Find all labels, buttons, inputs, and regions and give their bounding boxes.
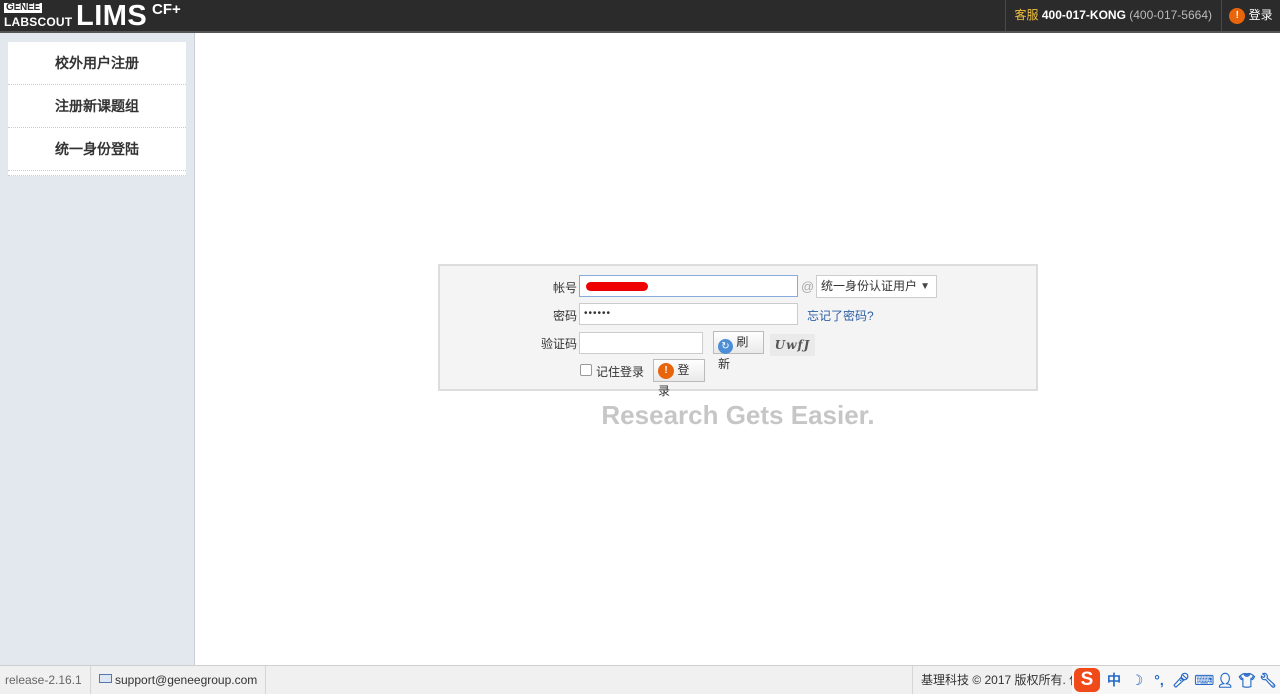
moon-icon[interactable]: ☽	[1128, 671, 1146, 689]
login-icon: !	[1229, 7, 1246, 24]
wrench-icon[interactable]: 🔧︎	[1259, 671, 1277, 689]
captcha-input[interactable]	[579, 332, 703, 354]
copyright: 基理科技 © 2017 版权所有. 保	[912, 666, 1092, 694]
remember-checkbox[interactable]	[580, 364, 592, 376]
refresh-captcha-button[interactable]: ↻ 刷新	[713, 331, 764, 371]
sidebar-menu: 校外用户注册 注册新课题组 统一身份登陆	[8, 42, 186, 176]
sogou-logo-icon[interactable]: S	[1074, 668, 1100, 692]
password-label: 密码	[552, 309, 577, 323]
hotline-number: 400-017-KONG	[1041, 8, 1126, 22]
hotline-alt-number: (400-017-5664)	[1129, 8, 1212, 22]
logo-brand-sub: LABSCOUT	[4, 15, 73, 29]
mail-icon	[99, 674, 112, 683]
lims-logo[interactable]: GENEE LABSCOUT LIMS CF+	[0, 0, 196, 32]
user-icon[interactable]: 👤︎	[1216, 671, 1234, 689]
punctuation-icon[interactable]: °,	[1150, 671, 1168, 689]
domain-select[interactable]: 统一身份认证用户 ▼	[816, 275, 937, 298]
sidebar-menu-end	[8, 171, 186, 176]
sidebar: 校外用户注册 注册新课题组 统一身份登陆	[0, 33, 195, 665]
account-input[interactable]	[579, 275, 798, 297]
domain-selected-value: 统一身份认证用户	[821, 279, 918, 293]
header-login-button[interactable]: ! 登录	[1222, 0, 1280, 31]
remember-label[interactable]: 记住登录	[596, 363, 644, 380]
forgot-password-link[interactable]: 忘记了密码?	[807, 307, 874, 324]
account-label: 帐号	[552, 281, 577, 295]
login-submit-button[interactable]: ! 登录	[653, 359, 705, 398]
support-email-link[interactable]: support@geneegroup.com	[93, 666, 267, 694]
header-login-label: 登录	[1248, 8, 1273, 22]
captcha-label: 验证码	[540, 337, 577, 351]
password-input[interactable]: ••••••	[579, 303, 798, 325]
ime-mode-toggle[interactable]: 中	[1104, 671, 1124, 689]
keyboard-icon[interactable]: ⌨	[1194, 671, 1214, 689]
microphone-icon[interactable]: 🎤︎	[1172, 671, 1190, 689]
captcha-image[interactable]: UwfJ	[770, 334, 815, 356]
top-header: GENEE LABSCOUT LIMS CF+ 客服 400-017-KONG …	[0, 0, 1280, 33]
redacted-account-mark	[586, 282, 648, 291]
hotline-label: 客服	[1014, 8, 1039, 22]
login-form: 帐号 @ 统一身份认证用户 ▼ 密码 •••••• 忘记了密码? 验证码 ↻ 刷…	[438, 264, 1038, 398]
slogan: Research Gets Easier.	[601, 400, 875, 430]
refresh-icon: ↻	[718, 339, 733, 354]
logo-brand-small: GENEE	[4, 2, 43, 13]
support-email: support@geneegroup.com	[115, 673, 258, 687]
customer-service-hotline: 客服 400-017-KONG (400-017-5664)	[1004, 0, 1222, 31]
footer: release-2.16.1 support@geneegroup.com 基理…	[0, 665, 1280, 694]
logo-edition: CF+	[152, 1, 181, 18]
logo-product: LIMS	[76, 0, 148, 32]
login-icon: !	[658, 362, 674, 379]
sidebar-item-new-group[interactable]: 注册新课题组	[8, 85, 186, 128]
sidebar-item-external-register[interactable]: 校外用户注册	[8, 42, 186, 85]
shirt-icon[interactable]: 👕︎	[1238, 671, 1256, 689]
sidebar-item-unified-login[interactable]: 统一身份登陆	[8, 128, 186, 171]
release-version: release-2.16.1	[0, 666, 91, 694]
at-symbol: @	[801, 279, 815, 294]
ime-toolbar: S 中 ☽ °, 🎤︎ ⌨ 👤︎ 👕︎ 🔧︎	[1072, 666, 1280, 694]
dropdown-arrow-icon: ▼	[920, 281, 930, 292]
